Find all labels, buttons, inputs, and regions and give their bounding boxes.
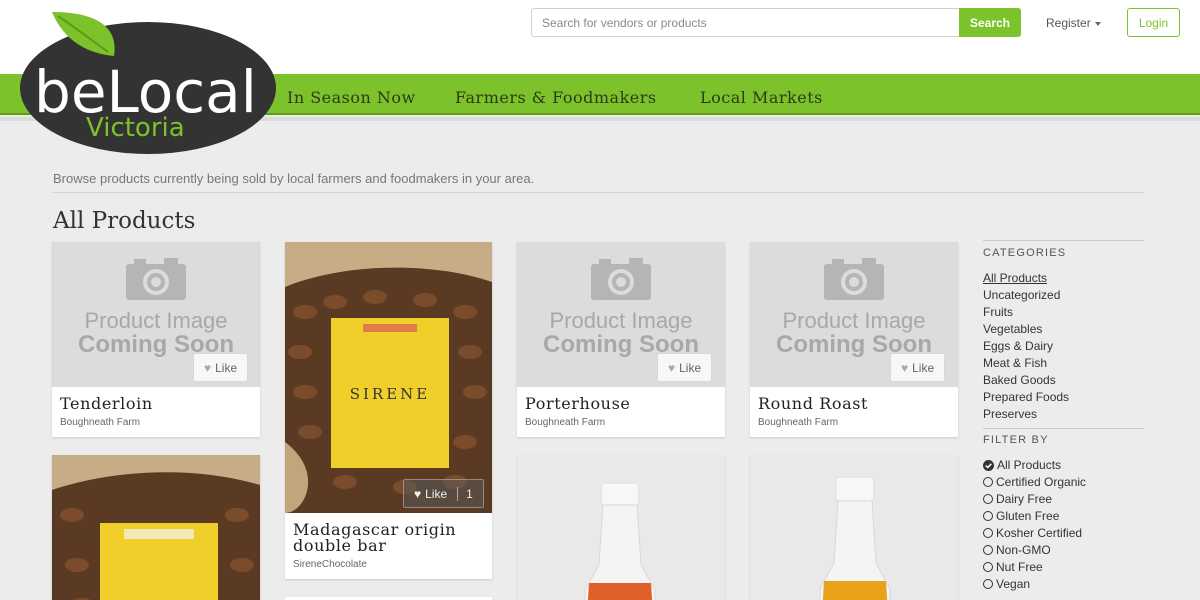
vendor-name[interactable]: Boughneath Farm	[60, 417, 140, 428]
product-card-porterhouse[interactable]: Product Image Coming Soon ♥ Like Porterho…	[517, 242, 725, 437]
radio-icon	[983, 494, 993, 504]
filter-heading: FILTER BY	[983, 434, 1049, 446]
filter-label: Certified Organic	[996, 475, 1087, 489]
like-label: Like	[912, 360, 935, 375]
filter-gluten-free[interactable]: Gluten Free	[983, 509, 1059, 523]
heart-icon: ♥	[668, 360, 676, 375]
filter-certified-organic[interactable]: Certified Organic	[983, 475, 1086, 489]
like-label: Like	[679, 360, 702, 375]
radio-icon	[983, 477, 993, 487]
vendor-name[interactable]: SireneChocolate	[293, 559, 367, 570]
product-card-hot-sauce[interactable]	[517, 455, 725, 600]
cocoa-beans-photo	[52, 455, 260, 600]
product-name[interactable]: Porterhouse	[525, 396, 630, 412]
like-count: 1	[457, 486, 473, 501]
filter-label: All Products	[997, 458, 1062, 472]
register-label: Register	[1046, 16, 1091, 30]
divider	[53, 192, 1144, 193]
filter-kosher-certified[interactable]: Kosher Certified	[983, 526, 1082, 540]
radio-icon	[983, 545, 993, 555]
sidebar-divider	[983, 428, 1144, 429]
nav-in-season-now[interactable]: In Season Now	[287, 88, 416, 107]
vendor-name[interactable]: Boughneath Farm	[525, 417, 605, 428]
filter-label: Gluten Free	[996, 509, 1060, 523]
like-button[interactable]: ♥ Like	[193, 353, 249, 382]
product-name[interactable]: Tenderloin	[60, 396, 153, 412]
category-uncategorized[interactable]: Uncategorized	[983, 288, 1060, 302]
category-preserves[interactable]: Preserves	[983, 407, 1037, 421]
category-baked-goods[interactable]: Baked Goods	[983, 373, 1056, 387]
product-image-placeholder: Product Image Coming Soon ♥ Like	[750, 242, 958, 387]
category-all-products[interactable]: All Products	[983, 271, 1047, 285]
category-prepared-foods[interactable]: Prepared Foods	[983, 390, 1069, 404]
like-label: Like	[425, 486, 448, 501]
product-card[interactable]	[52, 455, 260, 600]
filter-vegan[interactable]: Vegan	[983, 577, 1030, 591]
page-title: All Products	[53, 208, 196, 234]
category-vegetables[interactable]: Vegetables	[983, 322, 1042, 336]
nav-local-markets[interactable]: Local Markets	[700, 88, 823, 107]
heart-icon: ♥	[414, 486, 422, 501]
caret-down-icon	[1094, 21, 1101, 26]
check-circle-icon	[983, 459, 994, 471]
logo-sub-text: Victoria	[86, 113, 185, 143]
like-button[interactable]: ♥ Like	[657, 353, 713, 382]
product-card-tenderloin[interactable]: Product Image Coming Soon ♥ Like Tenderlo…	[52, 242, 260, 437]
product-photo: SIRENE ♥ Like 1	[285, 242, 492, 513]
category-eggs-dairy[interactable]: Eggs & Dairy	[983, 339, 1053, 353]
filter-label: Kosher Certified	[996, 526, 1083, 540]
filter-nut-free[interactable]: Nut Free	[983, 560, 1043, 574]
product-name[interactable]: Round Roast	[758, 396, 868, 412]
search-input[interactable]	[531, 8, 959, 37]
product-card-madagascar[interactable]: SIRENE ♥ Like 1 Madagascar origin double b…	[285, 242, 492, 579]
package-label: SIRENE	[350, 385, 431, 403]
login-button[interactable]: Login	[1127, 8, 1180, 37]
filter-all-products[interactable]: All Products	[983, 458, 1061, 472]
filter-label: Dairy Free	[996, 492, 1053, 506]
register-dropdown[interactable]: Register	[1046, 16, 1101, 30]
filter-label: Nut Free	[996, 560, 1043, 574]
categories-heading: CATEGORIES	[983, 247, 1067, 259]
camera-icon	[126, 258, 186, 300]
filter-dairy-free[interactable]: Dairy Free	[983, 492, 1052, 506]
radio-icon	[983, 528, 993, 538]
like-button[interactable]: ♥ Like 1	[403, 479, 484, 508]
product-card-round-roast[interactable]: Product Image Coming Soon ♥ Like Round Ro…	[750, 242, 958, 437]
camera-icon	[824, 258, 884, 300]
filter-label: Vegan	[996, 577, 1031, 591]
heart-icon: ♥	[204, 360, 212, 375]
product-card-sauce[interactable]	[750, 455, 958, 600]
sauce-bottle-photo	[750, 455, 958, 600]
radio-icon	[983, 511, 993, 521]
search-button[interactable]: Search	[959, 8, 1021, 37]
product-image-placeholder: Product Image Coming Soon ♥ Like	[52, 242, 260, 387]
intro-text: Browse products currently being sold by …	[53, 171, 535, 186]
sauce-bottle-photo	[517, 455, 725, 600]
radio-icon	[983, 579, 993, 589]
vendor-name[interactable]: Boughneath Farm	[758, 417, 838, 428]
radio-icon	[983, 562, 993, 572]
cocoa-beans-photo: SIRENE	[285, 242, 492, 513]
search-bar: Search	[531, 8, 1021, 37]
category-fruits[interactable]: Fruits	[983, 305, 1013, 319]
like-button[interactable]: ♥ Like	[890, 353, 946, 382]
product-image-placeholder: Product Image Coming Soon ♥ Like	[517, 242, 725, 387]
filter-non-gmo[interactable]: Non-GMO	[983, 543, 1051, 557]
category-meat-fish[interactable]: Meat & Fish	[983, 356, 1047, 370]
product-name-line2[interactable]: double bar	[293, 538, 387, 554]
filter-label: Non-GMO	[996, 543, 1051, 557]
sidebar-divider	[983, 240, 1144, 241]
nav-farmers-foodmakers[interactable]: Farmers & Foodmakers	[455, 88, 657, 107]
heart-icon: ♥	[901, 360, 909, 375]
like-label: Like	[215, 360, 238, 375]
site-logo[interactable]: beLocal Victoria	[20, 8, 282, 154]
camera-icon	[591, 258, 651, 300]
